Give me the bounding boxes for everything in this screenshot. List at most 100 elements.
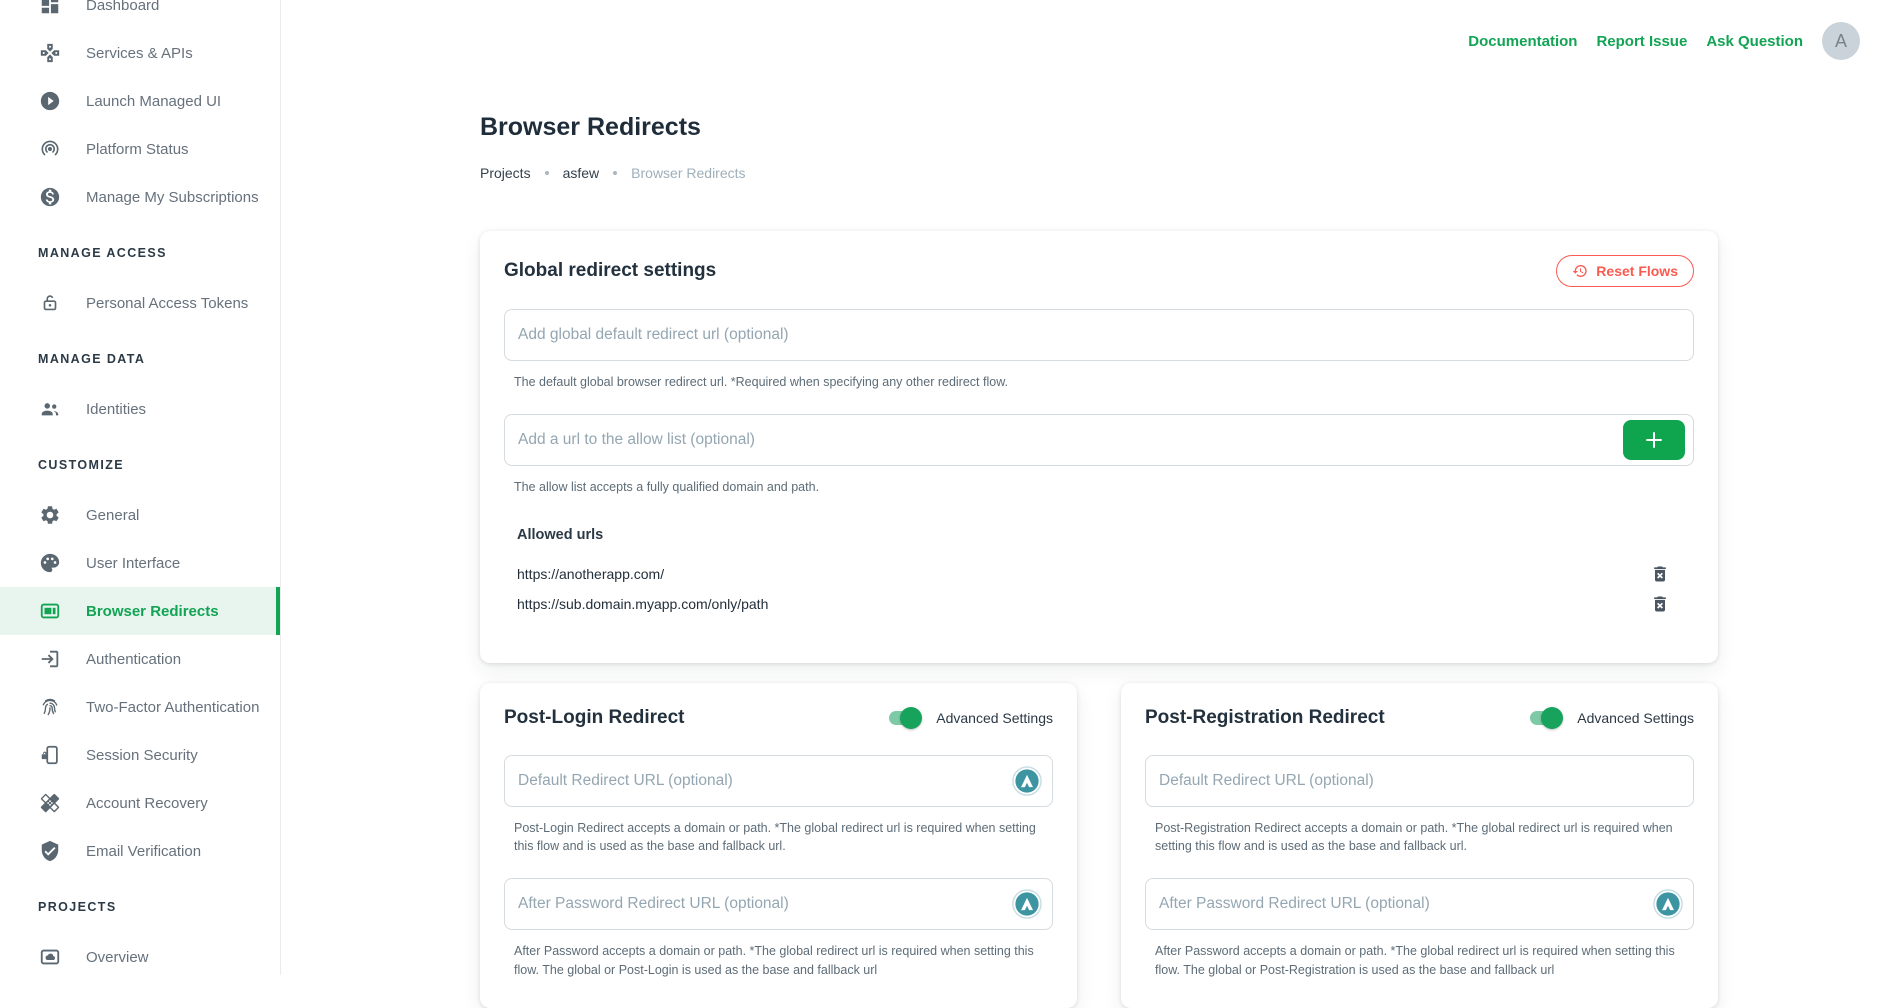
breadcrumb-projects[interactable]: Projects [480, 165, 531, 181]
dashboard-icon [38, 0, 62, 17]
post-registration-after-help: After Password accepts a domain or path.… [1155, 942, 1694, 980]
post-login-card-title: Post-Login Redirect [504, 707, 685, 729]
delete-allowed-url-button[interactable] [1650, 594, 1670, 614]
sidebar-item-dashboard[interactable]: Dashboard [0, 0, 280, 29]
allowed-url-value: https://anotherapp.com/ [517, 566, 664, 582]
post-registration-card-title: Post-Registration Redirect [1145, 707, 1385, 729]
sidebar-item-two-factor-authentication[interactable]: Two-Factor Authentication [0, 683, 280, 731]
page-content: Browser Redirects Projects asfew Browser… [480, 0, 1718, 1008]
sidebar-item-label: Personal Access Tokens [86, 295, 248, 312]
sidebar-item-personal-access-tokens[interactable]: Personal Access Tokens [0, 279, 280, 327]
breadcrumb: Projects asfew Browser Redirects [480, 165, 1718, 181]
breadcrumb-project-name[interactable]: asfew [563, 165, 600, 181]
main-area: Documentation Report Issue Ask Question … [281, 0, 1904, 975]
ask-question-link[interactable]: Ask Question [1706, 33, 1803, 50]
sidebar: Dashboard Services & APIs Launch Managed… [0, 0, 281, 975]
lock-icon [38, 291, 62, 315]
sidebar-item-label: Session Security [86, 747, 198, 764]
sidebar-item-label: Platform Status [86, 141, 189, 158]
toggle-knob [1541, 707, 1563, 729]
flow-cards-grid: Post-Login Redirect Advanced Settings [480, 683, 1718, 1008]
sidebar-item-account-recovery[interactable]: Account Recovery [0, 779, 280, 827]
sidebar-item-label: Identities [86, 401, 146, 418]
sidebar-item-label: General [86, 507, 139, 524]
global-card-title: Global redirect settings [504, 260, 716, 282]
sidebar-item-launch-managed-ui[interactable]: Launch Managed UI [0, 77, 280, 125]
sidebar-item-label: Browser Redirects [86, 603, 219, 620]
advanced-settings-label: Advanced Settings [936, 710, 1053, 726]
add-allow-url-button[interactable] [1623, 420, 1685, 460]
post-registration-default-help: Post-Registration Redirect accepts a dom… [1155, 819, 1694, 857]
breadcrumb-current: Browser Redirects [631, 165, 745, 181]
services-dpad-icon [38, 41, 62, 65]
nordpass-extension-icon[interactable] [1012, 889, 1042, 919]
nordpass-extension-icon[interactable] [1012, 766, 1042, 796]
login-icon [38, 647, 62, 671]
sidebar-item-label: Authentication [86, 651, 181, 668]
sidebar-item-session-security[interactable]: Session Security [0, 731, 280, 779]
breadcrumb-separator [545, 171, 549, 175]
gear-icon [38, 503, 62, 527]
report-issue-link[interactable]: Report Issue [1596, 33, 1687, 50]
sidebar-item-label: Account Recovery [86, 795, 208, 812]
sidebar-nav: Dashboard Services & APIs Launch Managed… [0, 0, 280, 975]
allowed-url-row: https://sub.domain.myapp.com/only/path [517, 589, 1670, 619]
post-login-redirect-card: Post-Login Redirect Advanced Settings [480, 683, 1077, 1008]
trash-delete-icon [1650, 564, 1670, 584]
sidebar-item-browser-redirects[interactable]: Browser Redirects [0, 587, 280, 635]
trash-delete-icon [1650, 594, 1670, 614]
sidebar-item-manage-subscriptions[interactable]: Manage My Subscriptions [0, 173, 280, 221]
sidebar-section-manage-access: MANAGE ACCESS [0, 233, 280, 273]
people-icon [38, 397, 62, 421]
sidebar-item-label: Two-Factor Authentication [86, 699, 259, 716]
sidebar-item-authentication[interactable]: Authentication [0, 635, 280, 683]
global-redirect-settings-card: Global redirect settings Reset Flows The… [480, 231, 1718, 663]
app-layout: Dashboard Services & APIs Launch Managed… [0, 0, 1904, 975]
documentation-link[interactable]: Documentation [1468, 33, 1577, 50]
post-registration-advanced-settings-toggle[interactable] [1530, 711, 1560, 725]
post-registration-default-redirect-url-input[interactable] [1145, 755, 1694, 807]
sidebar-item-general[interactable]: General [0, 491, 280, 539]
post-login-default-redirect-url-input[interactable] [504, 755, 1053, 807]
sidebar-item-label: User Interface [86, 555, 180, 572]
sidebar-item-label: Email Verification [86, 843, 201, 860]
delete-allowed-url-button[interactable] [1650, 564, 1670, 584]
post-registration-after-password-url-input[interactable] [1145, 878, 1694, 930]
allowed-url-value: https://sub.domain.myapp.com/only/path [517, 596, 768, 612]
sidebar-item-user-interface[interactable]: User Interface [0, 539, 280, 587]
sidebar-item-label: Overview [86, 949, 149, 966]
nordpass-extension-icon[interactable] [1653, 889, 1683, 919]
reset-flows-button[interactable]: Reset Flows [1556, 255, 1694, 287]
breadcrumb-separator [613, 171, 617, 175]
global-default-redirect-help: The default global browser redirect url.… [514, 373, 1614, 392]
sidebar-item-label: Launch Managed UI [86, 93, 221, 110]
allow-list-url-input[interactable] [504, 414, 1694, 466]
reset-flows-label: Reset Flows [1596, 263, 1678, 279]
sidebar-section-manage-data: MANAGE DATA [0, 339, 280, 379]
avatar[interactable]: A [1822, 22, 1860, 60]
global-default-redirect-url-input[interactable] [504, 309, 1694, 361]
sidebar-item-identities[interactable]: Identities [0, 385, 280, 433]
sidebar-item-label: Dashboard [86, 0, 159, 14]
sidebar-item-services-apis[interactable]: Services & APIs [0, 29, 280, 77]
post-login-after-password-url-input[interactable] [504, 878, 1053, 930]
phone-lock-icon [38, 743, 62, 767]
dollar-circle-icon [38, 185, 62, 209]
cloud-box-icon [38, 945, 62, 969]
fingerprint-icon [38, 695, 62, 719]
sidebar-item-platform-status[interactable]: Platform Status [0, 125, 280, 173]
page-title: Browser Redirects [480, 112, 1718, 143]
post-login-after-help: After Password accepts a domain or path.… [514, 942, 1053, 980]
shield-check-icon [38, 839, 62, 863]
sidebar-item-overview[interactable]: Overview [0, 933, 280, 975]
allowed-url-row: https://anotherapp.com/ [517, 559, 1670, 589]
sidebar-item-label: Manage My Subscriptions [86, 189, 259, 206]
sidebar-section-customize: CUSTOMIZE [0, 445, 280, 485]
status-radar-icon [38, 137, 62, 161]
post-login-default-help: Post-Login Redirect accepts a domain or … [514, 819, 1053, 857]
sidebar-item-email-verification[interactable]: Email Verification [0, 827, 280, 875]
browser-window-icon [38, 599, 62, 623]
plus-icon [1642, 428, 1666, 452]
allowed-urls-title: Allowed urls [517, 527, 1694, 543]
post-login-advanced-settings-toggle[interactable] [889, 711, 919, 725]
